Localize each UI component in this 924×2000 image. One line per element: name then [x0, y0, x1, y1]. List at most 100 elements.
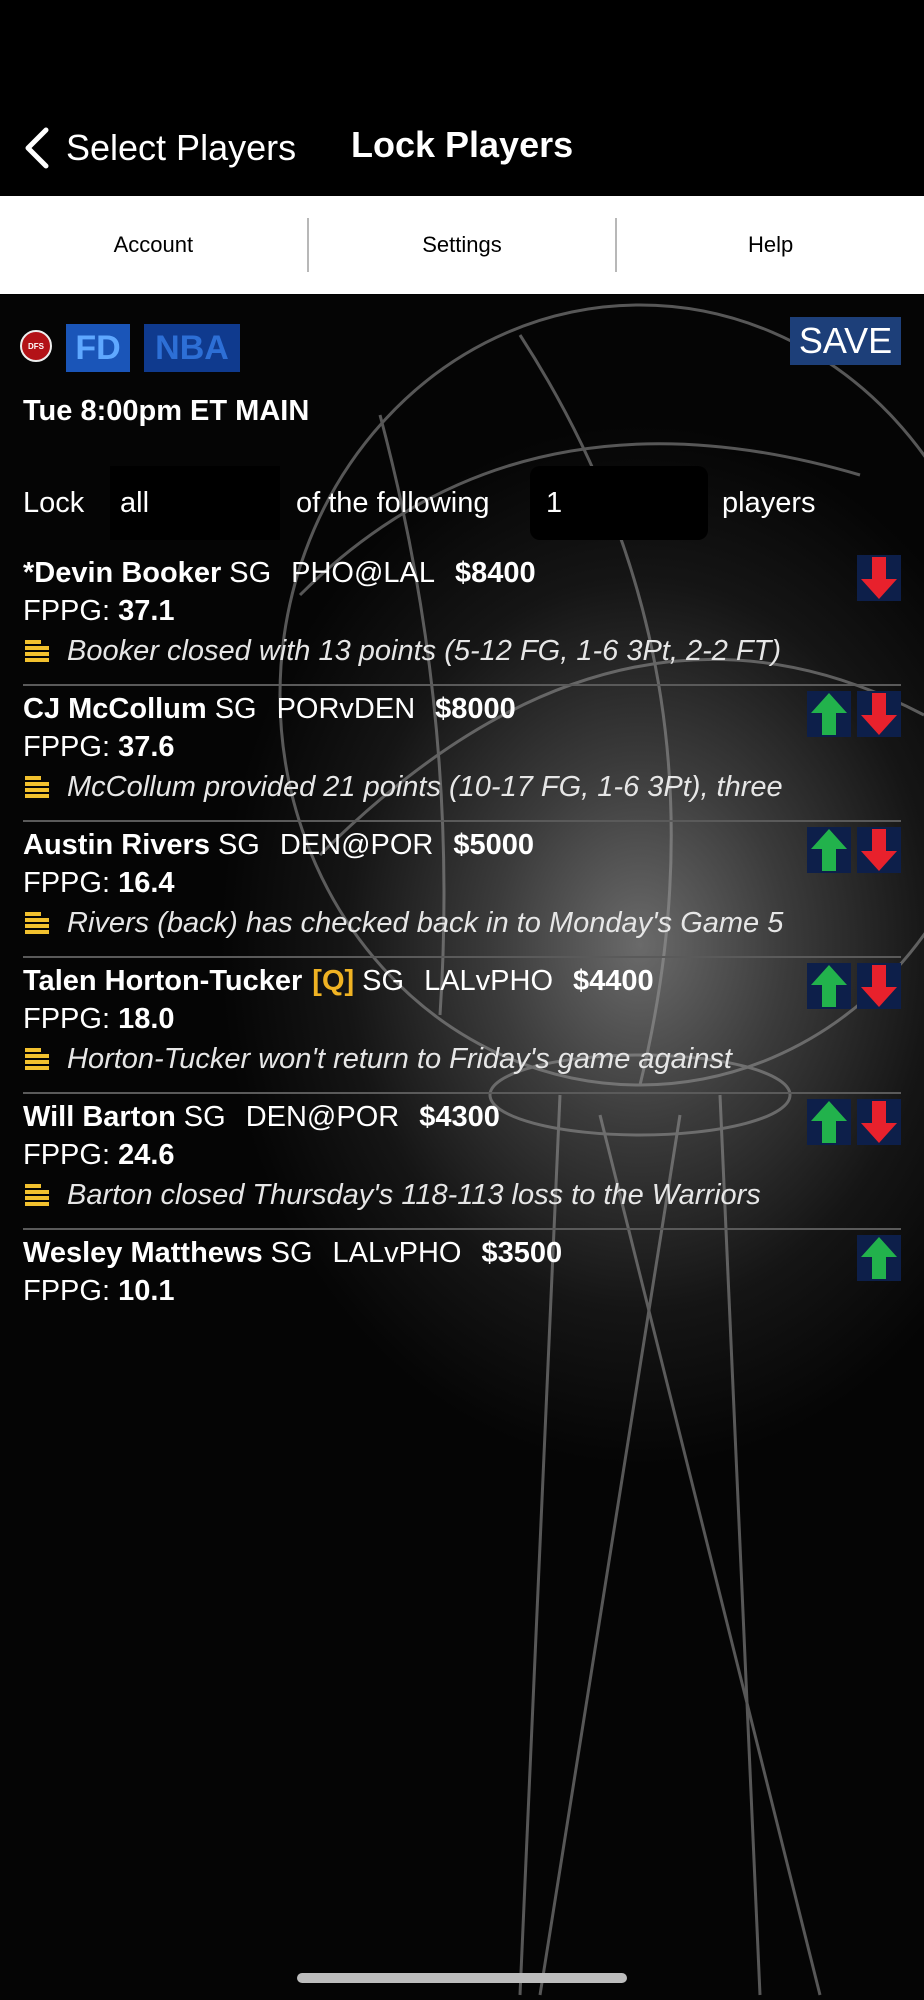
- player-header: *Devin Booker SG PHO@LAL $8400: [23, 557, 536, 590]
- arrow-down-icon: [861, 1101, 897, 1143]
- fppg-line: FPPG: 24.6: [23, 1139, 175, 1172]
- move-up-button[interactable]: [807, 691, 851, 737]
- fppg-label: FPPG:: [23, 867, 119, 899]
- note-icon: [25, 1048, 49, 1070]
- news-text: Rivers (back) has checked back in to Mon…: [67, 906, 784, 939]
- navigation-bar: Select Players Lock Players: [0, 0, 924, 196]
- move-up-button[interactable]: [857, 1235, 901, 1281]
- fppg-value: 37.1: [118, 595, 175, 627]
- player-salary: $8000: [435, 693, 516, 725]
- player-row: Will Barton SG DEN@POR $4300 FPPG: 24.6 Barto…: [0, 1099, 924, 1237]
- arrow-up-icon: [811, 1101, 847, 1143]
- arrow-down-icon: [861, 693, 897, 735]
- player-matchup: DEN@POR: [279, 829, 434, 861]
- move-down-button[interactable]: [857, 555, 901, 601]
- fppg-label: FPPG:: [23, 1139, 119, 1171]
- tab-bar: Account Settings Help: [0, 196, 924, 294]
- player-row: Talen Horton-Tucker [Q] SG LALvPHO $4400 FPPG…: [0, 963, 924, 1101]
- lock-count-input[interactable]: 1: [530, 466, 708, 540]
- player-row: CJ McCollum SG PORvDEN $8000 FPPG: 37.6 McCol…: [0, 691, 924, 829]
- player-name: Austin Rivers: [23, 829, 210, 861]
- move-down-button[interactable]: [857, 1099, 901, 1145]
- fppg-label: FPPG:: [23, 1275, 119, 1307]
- fppg-label: FPPG:: [23, 1003, 119, 1035]
- arrow-up-icon: [811, 693, 847, 735]
- news-text: McCollum provided 21 points (10-17 FG, 1…: [67, 770, 783, 803]
- move-up-button[interactable]: [807, 1099, 851, 1145]
- fppg-line: FPPG: 16.4: [23, 867, 175, 900]
- move-down-button[interactable]: [857, 827, 901, 873]
- row-divider: [23, 684, 901, 686]
- news-text: Barton closed Thursday's 118-113 loss to…: [67, 1178, 761, 1211]
- player-salary: $3500: [481, 1237, 563, 1269]
- player-salary: $4400: [573, 965, 654, 997]
- player-header: Will Barton SG DEN@POR $4300: [23, 1101, 500, 1134]
- row-divider: [23, 1092, 901, 1094]
- lock-label: Lock: [23, 487, 85, 519]
- lock-end-text: players: [722, 487, 816, 519]
- move-down-button[interactable]: [857, 691, 901, 737]
- player-position: SG: [362, 965, 405, 997]
- player-header: Talen Horton-Tucker [Q] SG LALvPHO $4400: [23, 965, 654, 998]
- player-row: Wesley Matthews SG LALvPHO $3500 FPPG: 10.1: [0, 1235, 924, 1373]
- player-position: SG: [183, 1101, 226, 1133]
- lock-settings-row: Lock all of the following 1 players: [0, 466, 924, 540]
- move-up-button[interactable]: [807, 963, 851, 1009]
- player-header: Austin Rivers SG DEN@POR $5000: [23, 829, 534, 862]
- player-matchup: PHO@LAL: [291, 557, 436, 589]
- move-up-button[interactable]: [807, 827, 851, 873]
- move-down-button[interactable]: [857, 963, 901, 1009]
- player-position: SG: [229, 557, 272, 589]
- tab-settings[interactable]: Settings: [309, 196, 616, 294]
- home-indicator: [297, 1973, 627, 1983]
- fppg-label: FPPG:: [23, 595, 119, 627]
- player-news[interactable]: Rivers (back) has checked back in to Mon…: [23, 905, 808, 941]
- fppg-value: 37.6: [118, 731, 175, 763]
- player-header: Wesley Matthews SG LALvPHO $3500: [23, 1237, 562, 1270]
- note-icon: [25, 640, 49, 662]
- tab-help[interactable]: Help: [617, 196, 924, 294]
- player-header: CJ McCollum SG PORvDEN $8000: [23, 693, 516, 726]
- note-icon: [25, 912, 49, 934]
- fppg-value: 24.6: [118, 1139, 175, 1171]
- player-position: SG: [217, 829, 260, 861]
- player-row: Austin Rivers SG DEN@POR $5000 FPPG: 16.4 Riv…: [0, 827, 924, 965]
- fppg-line: FPPG: 37.6: [23, 731, 175, 764]
- fppg-value: 10.1: [118, 1275, 175, 1307]
- arrow-up-icon: [811, 829, 847, 871]
- fppg-line: FPPG: 10.1: [23, 1275, 175, 1308]
- slate-title: Tue 8:00pm ET MAIN: [23, 395, 310, 427]
- row-divider: [23, 956, 901, 958]
- player-news[interactable]: Booker closed with 13 points (5-12 FG, 1…: [23, 633, 808, 669]
- save-button[interactable]: SAVE: [790, 317, 901, 365]
- chevron-left-icon: [25, 127, 49, 169]
- site-badge: FD: [66, 324, 130, 372]
- player-matchup: LALvPHO: [424, 965, 554, 997]
- row-divider: [23, 1228, 901, 1230]
- lock-mid-text: of the following: [296, 487, 490, 519]
- injury-tag: [Q]: [312, 965, 355, 997]
- arrow-up-icon: [861, 1237, 897, 1279]
- player-news[interactable]: Barton closed Thursday's 118-113 loss to…: [23, 1177, 808, 1213]
- sport-badge: NBA: [144, 324, 240, 372]
- player-matchup: DEN@POR: [245, 1101, 400, 1133]
- fppg-value: 16.4: [118, 867, 175, 899]
- tab-account[interactable]: Account: [0, 196, 307, 294]
- back-button[interactable]: Select Players: [22, 120, 296, 176]
- arrow-down-icon: [861, 557, 897, 599]
- lock-mode-select[interactable]: all: [110, 466, 280, 540]
- row-divider: [23, 820, 901, 822]
- player-news[interactable]: Horton-Tucker won't return to Friday's g…: [23, 1041, 808, 1077]
- app-logo: DFS: [20, 330, 52, 362]
- player-name: *Devin Booker: [23, 557, 222, 589]
- news-text: Horton-Tucker won't return to Friday's g…: [67, 1042, 732, 1075]
- note-icon: [25, 1184, 49, 1206]
- fppg-line: FPPG: 18.0: [23, 1003, 175, 1036]
- note-icon: [25, 776, 49, 798]
- news-text: Booker closed with 13 points (5-12 FG, 1…: [67, 634, 782, 667]
- player-news[interactable]: McCollum provided 21 points (10-17 FG, 1…: [23, 769, 808, 805]
- player-name: Wesley Matthews: [23, 1237, 263, 1269]
- arrow-down-icon: [861, 829, 897, 871]
- player-matchup: LALvPHO: [332, 1237, 462, 1269]
- player-name: Will Barton: [23, 1101, 176, 1133]
